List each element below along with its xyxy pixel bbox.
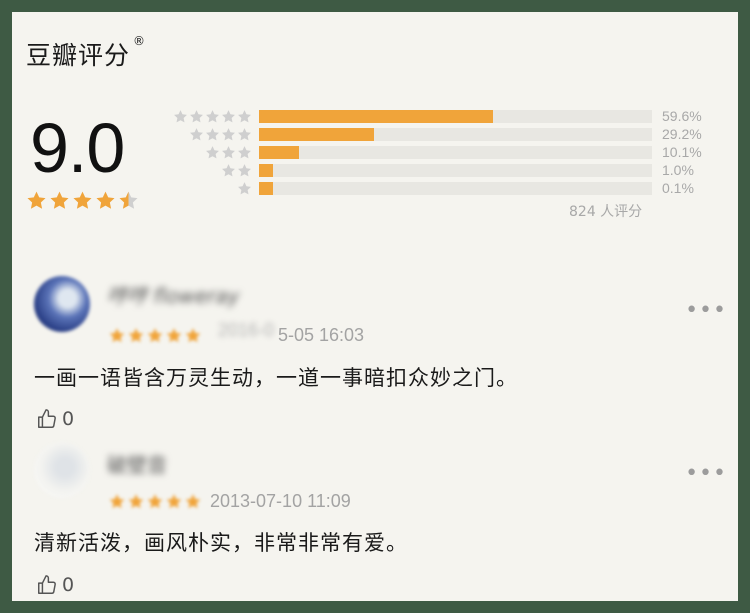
thumbs-up-icon xyxy=(38,575,56,594)
percent-label: 29.2% xyxy=(662,126,702,142)
star-icon xyxy=(206,146,219,159)
average-score: 9.0 xyxy=(30,109,125,187)
like-count: 0 xyxy=(62,408,75,430)
date-hidden-part: 2016-0 xyxy=(218,320,275,340)
bar-track xyxy=(259,182,652,195)
distribution-row-4: 29.2% xyxy=(168,126,728,144)
review-date: 2013-07-10 11:09 xyxy=(210,491,351,511)
star-icon xyxy=(128,328,144,343)
star-icon xyxy=(238,146,251,159)
bar-fill-5 xyxy=(259,110,494,123)
review-text: 清新活泼，画风朴实，非常非常有爱。 xyxy=(34,531,408,555)
row-stars-2 xyxy=(221,163,252,178)
star-icon xyxy=(222,146,235,159)
star-icon xyxy=(27,191,46,209)
bar-track xyxy=(259,128,652,141)
bar-fill-2 xyxy=(259,164,273,177)
row-stars-4 xyxy=(189,127,252,142)
distribution-row-2: 1.0% xyxy=(168,162,728,180)
distribution-row-3: 10.1% xyxy=(168,144,728,162)
percent-label: 10.1% xyxy=(662,144,702,160)
like-button[interactable]: 0 xyxy=(36,408,74,430)
more-options-icon[interactable]: ••• xyxy=(685,461,727,486)
rating-card: 豆瓣评分® 9.0 59.6% 29.2% 10.1% 1.0% 0.1% 82… xyxy=(12,12,738,601)
more-options-icon[interactable]: ••• xyxy=(685,298,727,323)
star-icon xyxy=(119,191,138,209)
like-button[interactable]: 0 xyxy=(36,574,74,596)
rating-distribution: 59.6% 29.2% 10.1% 1.0% 0.1% xyxy=(168,108,728,198)
star-icon xyxy=(109,328,125,343)
review-text: 一画一语皆含万灵生动，一道一事暗扣众妙之门。 xyxy=(34,366,518,390)
star-icon xyxy=(238,182,251,195)
average-stars xyxy=(26,190,139,211)
star-icon xyxy=(50,191,69,209)
registered-mark: ® xyxy=(133,33,147,48)
star-icon xyxy=(222,110,235,123)
star-icon xyxy=(206,110,219,123)
percent-label: 1.0% xyxy=(662,162,694,178)
star-icon xyxy=(206,128,219,141)
row-stars-1 xyxy=(237,181,252,196)
title-text: 豆瓣评分 xyxy=(26,41,131,70)
bar-track xyxy=(259,164,652,177)
star-icon xyxy=(96,191,115,209)
distribution-row-5: 59.6% xyxy=(168,108,728,126)
username[interactable]: 破壁音 xyxy=(107,449,167,478)
review-item: 哼哼 floweray 2016-0 5-05 16:03 ••• 一画一语皆含… xyxy=(12,270,738,430)
star-icon xyxy=(185,494,201,509)
star-icon xyxy=(190,128,203,141)
star-icon xyxy=(238,164,251,177)
star-icon xyxy=(128,494,144,509)
star-icon xyxy=(238,110,251,123)
rating-count: 824 人评分 xyxy=(569,204,643,220)
star-icon xyxy=(238,128,251,141)
percent-label: 59.6% xyxy=(662,108,702,124)
bar-fill-3 xyxy=(259,146,299,159)
star-icon xyxy=(174,110,187,123)
star-icon xyxy=(147,328,163,343)
thumbs-up-icon xyxy=(38,409,56,428)
review-date: 5-05 16:03 xyxy=(278,325,365,345)
star-icon xyxy=(166,494,182,509)
avatar[interactable] xyxy=(34,276,90,332)
star-icon xyxy=(147,494,163,509)
like-count: 0 xyxy=(62,574,75,596)
star-icon xyxy=(109,494,125,509)
star-icon xyxy=(222,128,235,141)
bar-track xyxy=(259,146,652,159)
star-icon xyxy=(222,164,235,177)
row-stars-5 xyxy=(173,109,252,124)
percent-label: 0.1% xyxy=(662,180,694,196)
bar-fill-1 xyxy=(259,182,273,195)
review-stars xyxy=(108,493,202,510)
review-item: 破壁音 2013-07-10 11:09 ••• 清新活泼，画风朴实，非常非常有… xyxy=(12,437,738,597)
star-icon xyxy=(185,328,201,343)
row-stars-3 xyxy=(205,145,252,160)
page-title: 豆瓣评分® xyxy=(26,33,147,72)
username[interactable]: 哼哼 floweray xyxy=(107,280,240,309)
star-icon xyxy=(73,191,92,209)
bar-track xyxy=(259,110,652,123)
star-icon xyxy=(166,328,182,343)
bar-fill-4 xyxy=(259,128,374,141)
review-stars xyxy=(108,327,202,344)
avatar[interactable] xyxy=(34,442,90,498)
star-icon xyxy=(190,110,203,123)
distribution-row-1: 0.1% xyxy=(168,180,728,198)
